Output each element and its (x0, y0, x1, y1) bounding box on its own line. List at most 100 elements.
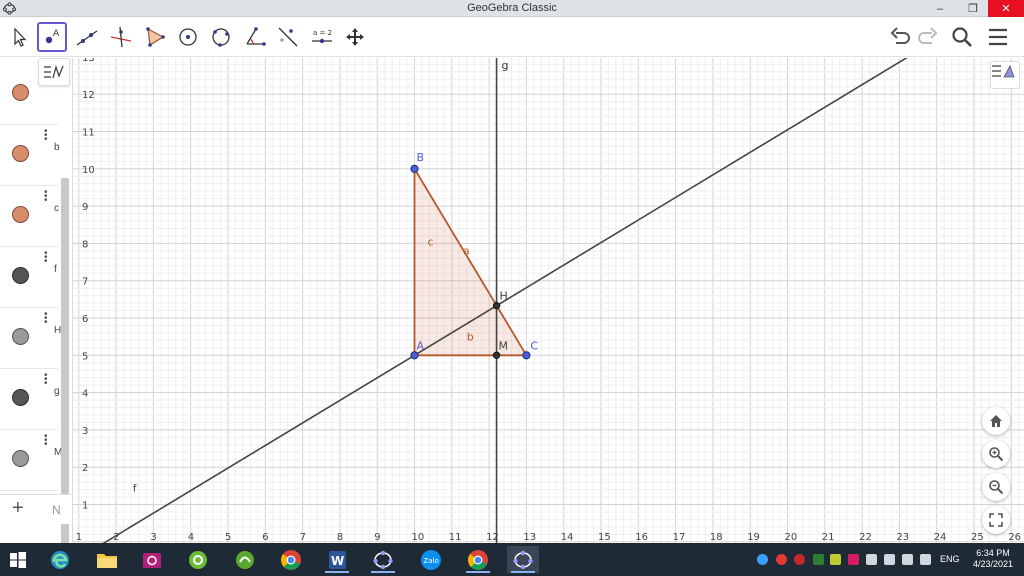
graphics-canvas[interactable]: 1 2 3 4 5 6 7 8 9 10 11 12 13 14 15 16 17 18 19 20 21 22 23 24 2… (73, 58, 1024, 543)
algebra-item[interactable]: • • • c (0, 185, 59, 247)
move-tool[interactable] (4, 22, 34, 52)
slider-tool[interactable]: a = 2 (307, 22, 337, 52)
perpendicular-line-tool[interactable] (106, 22, 136, 52)
visibility-toggle[interactable] (12, 328, 29, 345)
tray-volume-icon[interactable] (920, 554, 931, 565)
y-tick-label: 3 (82, 426, 88, 437)
tray-wifi-icon[interactable] (902, 554, 913, 565)
x-tick-label: 10 (412, 532, 425, 543)
algebra-item[interactable]: • • • f (0, 246, 58, 308)
move-view-tool[interactable] (340, 22, 370, 52)
y-tick-label: 9 (82, 202, 88, 213)
zoom-out-button[interactable] (982, 473, 1010, 501)
algebra-scrollbar[interactable] (61, 178, 69, 543)
undo-icon (890, 27, 910, 44)
fullscreen-button[interactable] (982, 506, 1010, 534)
visibility-toggle[interactable] (12, 450, 29, 467)
standard-view-button[interactable] (982, 407, 1010, 435)
point-M (492, 351, 501, 359)
y-tick-label: 5 (82, 351, 88, 362)
svg-text:W: W (331, 554, 344, 568)
add-icon[interactable]: + (12, 497, 24, 520)
tray-opera-icon[interactable] (776, 554, 787, 565)
visibility-toggle[interactable] (12, 84, 29, 101)
taskbar-chrome-profile[interactable] (462, 546, 494, 573)
polygon-tool[interactable] (140, 22, 170, 52)
tray-app-icon-3[interactable] (848, 554, 859, 565)
taskbar-geogebra[interactable] (367, 546, 399, 573)
item-more-icon[interactable]: • • • (44, 432, 50, 450)
x-tick-label: 26 (1008, 532, 1021, 543)
taskbar-geogebra-active[interactable] (507, 546, 539, 573)
algebra-item-name: b (54, 142, 60, 153)
angle-tool[interactable] (240, 22, 270, 52)
item-more-icon[interactable]: • • • (44, 188, 50, 206)
algebra-item[interactable]: • • • M (0, 429, 62, 491)
tray-language[interactable]: ENG (940, 554, 960, 564)
taskbar-chrome[interactable] (275, 546, 307, 573)
tray-shield-icon[interactable] (813, 554, 824, 565)
close-button[interactable]: ✕ (988, 0, 1024, 17)
minimize-button[interactable]: – (925, 0, 955, 17)
x-tick-label: 4 (188, 532, 194, 543)
taskbar-zalo[interactable]: Zalo (415, 546, 447, 573)
perpendicular-icon (110, 26, 132, 48)
circle-tool[interactable] (173, 22, 203, 52)
circle-three-points-tool[interactable] (206, 22, 236, 52)
algebra-input-next-label: N (52, 503, 61, 517)
point-label: C (530, 339, 538, 352)
start-button[interactable] (2, 546, 34, 573)
visibility-toggle[interactable] (12, 145, 29, 162)
line-tool[interactable] (72, 22, 102, 52)
algebra-item-name: c (54, 203, 59, 214)
visibility-toggle[interactable] (12, 206, 29, 223)
taskbar-word[interactable]: W (321, 546, 353, 573)
tray-antivirus-icon[interactable] (794, 554, 805, 565)
geogebra-icon (373, 550, 393, 569)
reflect-tool[interactable] (273, 22, 303, 52)
circle-three-points-icon (212, 28, 230, 47)
algebra-menu-toggle[interactable] (38, 58, 70, 86)
app-green-icon (189, 550, 207, 569)
visibility-toggle[interactable] (12, 389, 29, 406)
taskbar-app-green[interactable] (182, 546, 214, 573)
algebra-item[interactable]: • • • g (0, 368, 60, 430)
item-more-icon[interactable]: • • • (44, 127, 50, 145)
zalo-icon: Zalo (421, 549, 441, 570)
taskbar-edge[interactable] (44, 546, 76, 573)
search-button[interactable] (947, 22, 977, 52)
window-title: GeoGebra Classic (467, 2, 557, 14)
algebra-options-icon (44, 64, 64, 79)
line-icon (76, 30, 98, 46)
style-bar-toggle[interactable] (990, 61, 1020, 89)
main-menu-button[interactable] (983, 22, 1013, 52)
move-graphics-icon (346, 28, 364, 46)
algebra-item[interactable]: • • • H (0, 307, 61, 369)
item-more-icon[interactable]: • • • (44, 371, 50, 389)
tray-app-icon-1[interactable] (757, 554, 768, 565)
zoom-in-button[interactable] (982, 440, 1010, 468)
taskbar-camera-app[interactable] (136, 546, 168, 573)
taskbar-app-green-2[interactable] (229, 546, 261, 573)
y-tick-label: 2 (82, 463, 88, 474)
visibility-toggle[interactable] (12, 267, 29, 284)
item-more-icon[interactable]: • • • (44, 249, 50, 267)
tray-app-icon-2[interactable] (830, 554, 841, 565)
taskbar-file-explorer[interactable] (91, 546, 123, 573)
point-label: B (417, 151, 425, 164)
algebra-input-row[interactable]: + N (0, 494, 72, 524)
menu-icon (989, 28, 1007, 46)
algebra-item[interactable]: • • • b (0, 124, 60, 186)
undo-button[interactable] (885, 22, 915, 52)
y-tick-label: 12 (82, 90, 95, 101)
x-tick-label: 16 (635, 532, 648, 543)
x-tick-label: 8 (337, 532, 343, 543)
tray-battery-icon[interactable] (884, 554, 895, 565)
maximize-button[interactable]: ❐ (958, 0, 988, 17)
redo-button[interactable] (913, 22, 943, 52)
item-more-icon[interactable]: • • • (44, 310, 50, 328)
graphics-view[interactable]: 1 2 3 4 5 6 7 8 9 10 11 12 13 14 15 16 17 18 19 20 21 22 23 24 2… (73, 58, 1024, 543)
tray-clock[interactable]: 6:34 PM 4/23/2021 (965, 548, 1021, 570)
point-tool[interactable]: A (37, 22, 67, 52)
tray-network-status-icon[interactable] (866, 554, 877, 565)
